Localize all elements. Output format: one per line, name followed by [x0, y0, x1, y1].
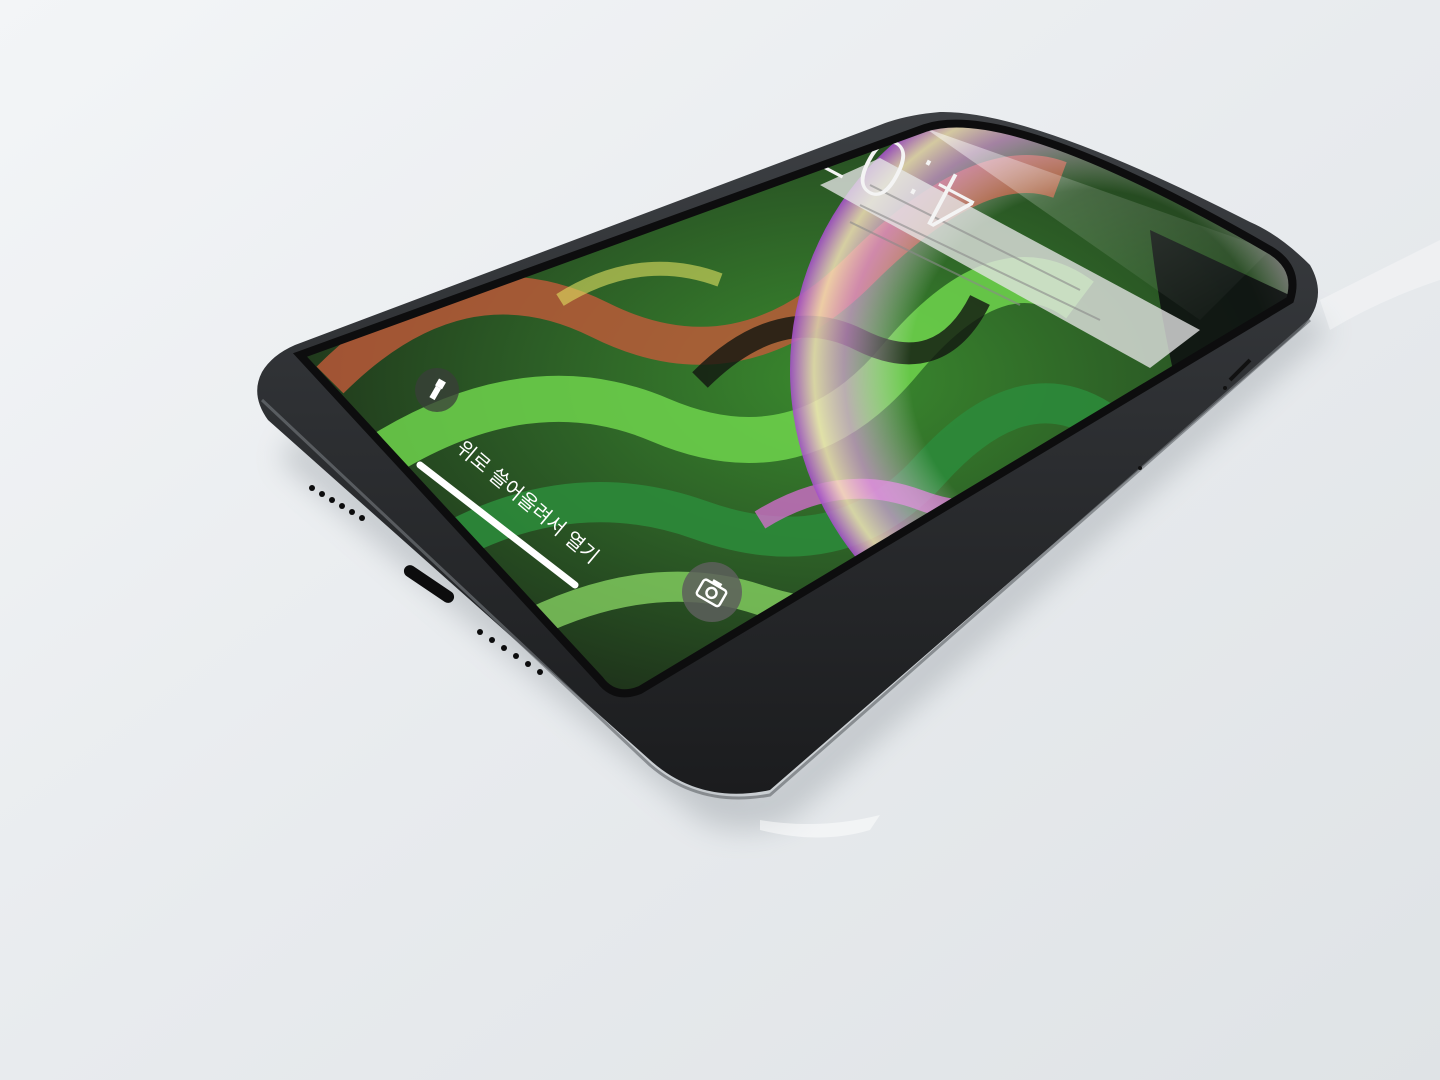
camera-button[interactable]	[682, 562, 742, 622]
phone-photo: 4:07 위로 쓸어올려서 열기	[0, 0, 1440, 1080]
photo-scene: 4:07 위로 쓸어올려서 열기	[0, 0, 1440, 1080]
flashlight-button[interactable]	[415, 368, 459, 412]
side-dot-2	[1223, 386, 1227, 390]
side-dot-1	[1138, 466, 1142, 470]
